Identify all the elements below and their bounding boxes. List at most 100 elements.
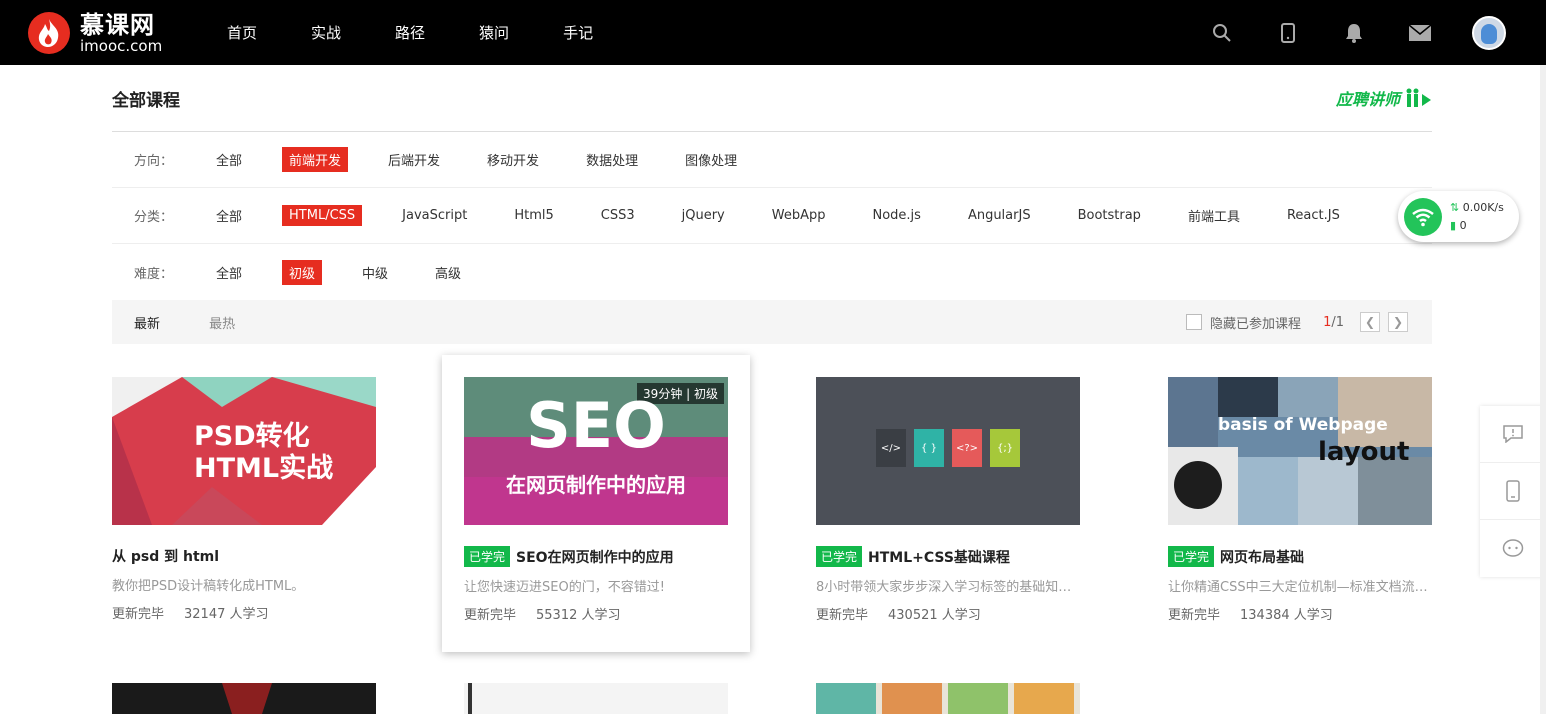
course-meta: 更新完毕 134384 人学习	[1168, 608, 1333, 623]
filter-chip[interactable]: JavaScript	[395, 205, 474, 226]
thumbnail-title: SEO	[526, 389, 666, 462]
network-speed: ⇅ 0.00K/s	[1450, 200, 1504, 214]
course-meta: 更新完毕 55312 人学习	[464, 608, 621, 623]
course-thumbnail: PSD转化 HTML实战	[112, 377, 376, 525]
filter-chip[interactable]: AngularJS	[961, 205, 1038, 226]
filter-chip[interactable]: 高级	[428, 260, 468, 285]
top-navigation-bar: 慕课网 imooc.com 首页 实战 路径 猿问 手记	[0, 0, 1546, 65]
filter-chip-active[interactable]: 前端开发	[282, 147, 349, 172]
filter-chip-active[interactable]: HTML/CSS	[282, 205, 363, 226]
network-speed-widget[interactable]: ⇅ 0.00K/s ▮ 0	[1398, 191, 1519, 242]
brand-name-en: imooc.com	[80, 36, 163, 55]
filter-category: 分类： 全部 HTML/CSS JavaScript Html5 CSS3 jQ…	[112, 188, 1432, 244]
nav-item-practice[interactable]: 实战	[311, 22, 341, 43]
network-count: ▮ 0	[1450, 218, 1467, 232]
course-list-panel: 全部课程 应聘讲师 方向： 全部 前端开发 后端开发 移动开发 数据处理 图像处…	[112, 65, 1432, 344]
course-meta: 更新完毕 32147 人学习	[112, 607, 269, 622]
next-row-thumbnail	[112, 683, 376, 714]
recruit-label: 应聘讲师	[1335, 90, 1400, 109]
course-thumbnail: </> { } <?> {;}	[816, 377, 1080, 525]
thumbnail-subtitle: layout	[1318, 437, 1410, 467]
course-title: 已学完 SEO在网页制作中的应用	[464, 546, 728, 567]
filter-difficulty-label: 难度：	[134, 266, 174, 282]
filter-chip-active[interactable]: 初级	[282, 259, 323, 285]
completed-badge: 已学完	[1168, 546, 1215, 567]
filter-chip[interactable]: 全部	[209, 203, 249, 228]
recruit-teacher-link[interactable]: 应聘讲师	[1336, 86, 1432, 110]
filter-chip[interactable]: 全部	[209, 260, 249, 285]
filter-chip[interactable]: CSS3	[594, 205, 642, 226]
page-scrollbar[interactable]	[1540, 65, 1546, 714]
course-description: 8小时带领大家步步深入学习标签的基础知识，掌握CSS样式设置	[816, 580, 1080, 595]
top-right-tools	[1168, 0, 1506, 65]
thumbnail-subtitle: 在网页制作中的应用	[506, 473, 686, 497]
nav-item-path[interactable]: 路径	[395, 22, 425, 43]
flame-icon	[28, 12, 70, 54]
course-description: 让你精通CSS中三大定位机制—标准文档流、浮动和绝对定位	[1168, 580, 1432, 595]
completed-badge: 已学完	[816, 546, 863, 567]
filter-chip[interactable]: 数据处理	[579, 147, 645, 172]
side-toolbar	[1480, 406, 1546, 577]
hide-joined-checkbox[interactable]	[1186, 314, 1203, 330]
next-row-thumbnail	[464, 683, 728, 714]
nav-item-qa[interactable]: 猿问	[479, 22, 509, 43]
search-icon[interactable]	[1210, 21, 1234, 45]
filter-category-label: 分类：	[134, 210, 174, 225]
filter-chip[interactable]: WebApp	[765, 205, 833, 226]
teachers-icon	[1406, 88, 1431, 107]
prev-page-button[interactable]: ❮	[1360, 312, 1380, 332]
site-logo[interactable]: 慕课网 imooc.com	[28, 12, 162, 54]
next-row-thumbnail	[816, 683, 1080, 714]
course-description: 让您快速迈进SEO的门，不容错过!	[464, 580, 665, 595]
course-meta: 更新完毕 430521 人学习	[816, 608, 981, 623]
course-title: 已学完 HTML+CSS基础课程	[816, 546, 1080, 567]
mobile-icon[interactable]	[1276, 21, 1300, 45]
filter-direction: 方向： 全部 前端开发 后端开发 移动开发 数据处理 图像处理	[112, 132, 1432, 188]
course-card-hovered[interactable]: 39分钟 | 初级 SEO 在网页制作中的应用 已学完 SEO在网页制作中的应用 …	[442, 355, 750, 652]
filter-chip[interactable]: 后端开发	[381, 147, 447, 172]
page-header: 全部课程 应聘讲师	[112, 65, 1432, 132]
mobile-app-icon[interactable]	[1480, 463, 1546, 520]
code-file-icons: </> { } <?> {;}	[876, 429, 1020, 467]
page-title: 全部课程	[112, 90, 180, 111]
filter-chip[interactable]: 中级	[355, 260, 395, 285]
filter-chip[interactable]: Bootstrap	[1071, 205, 1148, 226]
filter-difficulty: 难度： 全部 初级 中级 高级	[112, 244, 1432, 300]
completed-badge: 已学完	[464, 546, 511, 567]
filter-chip[interactable]: 移动开发	[480, 147, 546, 172]
user-avatar[interactable]	[1472, 15, 1506, 50]
nav-item-notes[interactable]: 手记	[563, 22, 593, 43]
next-page-button[interactable]: ❯	[1388, 312, 1408, 332]
sort-bar: 最新 最热 隐藏已参加课程 1/1 ❮ ❯	[112, 300, 1432, 344]
filter-direction-label: 方向：	[134, 154, 174, 169]
filter-chip[interactable]: jQuery	[675, 205, 732, 226]
course-title: 从 psd 到 html	[112, 549, 220, 565]
filter-chip[interactable]: 图像处理	[678, 147, 744, 172]
feedback-icon[interactable]	[1480, 406, 1546, 463]
mail-icon[interactable]	[1408, 21, 1432, 45]
sort-hottest[interactable]: 最热	[209, 317, 235, 332]
page-indicator: 1/1	[1323, 314, 1344, 330]
filter-chip[interactable]: Html5	[507, 205, 560, 226]
course-title: 已学完 网页布局基础	[1168, 546, 1432, 567]
course-thumbnail: basis of Webpage layout	[1168, 377, 1432, 525]
filter-chip[interactable]: 全部	[209, 147, 249, 172]
thumbnail-title: basis of Webpage	[1218, 415, 1388, 435]
hide-joined-label: 隐藏已参加课程	[1210, 316, 1302, 332]
sort-newest[interactable]: 最新	[134, 317, 160, 332]
filter-chip[interactable]: 前端工具	[1181, 203, 1247, 228]
course-thumbnail: 39分钟 | 初级 SEO 在网页制作中的应用	[464, 377, 728, 525]
filter-chip[interactable]: Node.js	[865, 205, 927, 226]
notification-bell-icon[interactable]	[1342, 21, 1366, 45]
filter-chip[interactable]: React.JS	[1280, 205, 1347, 226]
course-description: 教你把PSD设计稿转化成HTML。	[112, 579, 305, 594]
brand-name-cn: 慕课网	[80, 10, 155, 39]
course-card[interactable]: </> { } <?> {;} 已学完 HTML+CSS基础课程 8小时带领大家步…	[816, 377, 1080, 623]
main-nav: 首页 实战 路径 猿问 手记	[227, 0, 647, 65]
thumbnail-title: PSD转化 HTML实战	[194, 421, 334, 484]
chat-icon[interactable]	[1480, 520, 1546, 577]
course-card[interactable]: PSD转化 HTML实战 从 psd 到 html 教你把PSD设计稿转化成HT…	[112, 377, 376, 622]
course-card[interactable]: basis of Webpage layout 已学完 网页布局基础 让你精通CS…	[1168, 377, 1432, 623]
nav-item-home[interactable]: 首页	[227, 22, 257, 43]
wifi-icon	[1404, 197, 1442, 236]
